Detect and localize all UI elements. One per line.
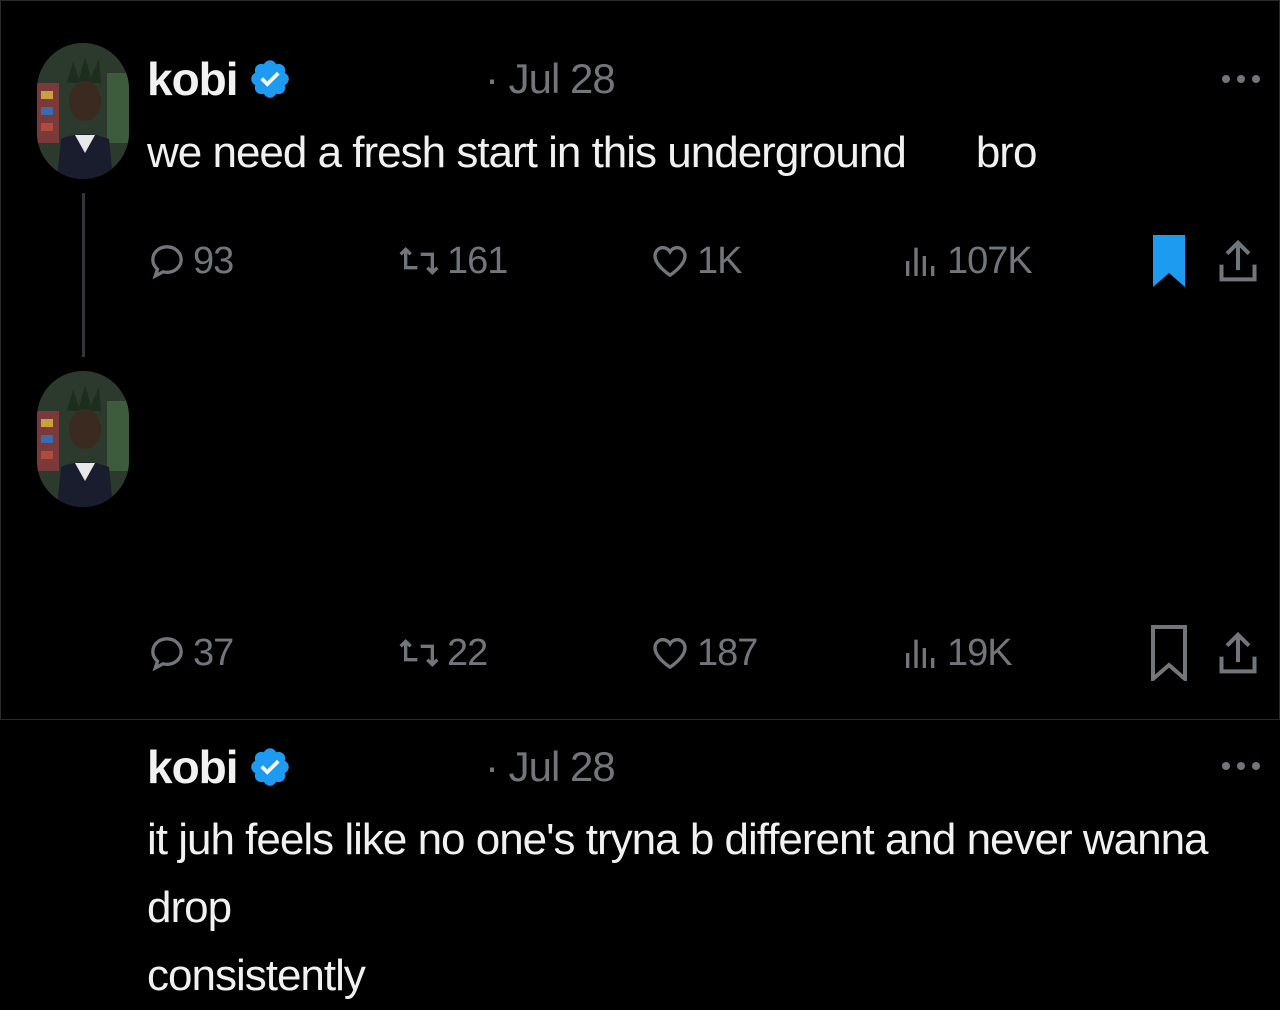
views-icon [906,247,935,276]
share-button[interactable] [1216,623,1266,683]
reply-icon [151,637,183,672]
share-icon [1219,631,1257,674]
tweet-text-part: bro [975,128,1038,177]
like-count: 187 [697,631,758,674]
more-icon[interactable] [1219,69,1263,89]
share-button[interactable] [1216,231,1266,291]
tweet-text: we need a fresh start in this undergroun… [147,119,1227,187]
retweet-icon [399,246,439,276]
views-button[interactable]: 107K [901,231,1033,291]
like-icon [653,637,687,670]
retweet-count: 22 [447,631,488,674]
verified-badge-icon [250,60,289,98]
screenshot-frame: kobi · Jul 28 we need a fresh start in t… [0,0,1280,1000]
action-bar: 37 22 187 19K [1,623,1280,683]
bookmark-button[interactable] [1149,231,1195,291]
author-row: kobi [147,51,292,107]
tweet-date[interactable]: · Jul 28 [485,51,616,107]
tweet-text-line: it juh feels like no one's tryna b diffe… [147,815,1209,932]
retweet-button[interactable]: 161 [397,231,508,291]
tweet-1[interactable]: kobi · Jul 28 we need a fresh start in t… [1,1,1280,361]
like-button[interactable]: 1K [649,231,742,291]
retweet-icon [399,638,439,668]
like-button[interactable]: 187 [649,623,758,683]
verified-badge-icon [250,748,289,786]
action-bar: 93 161 1K 107K [1,231,1280,291]
author-name[interactable]: kobi [147,51,239,107]
tweet-text-part: we need a fresh start in this undergroun… [147,128,907,177]
bookmark-icon [1153,235,1185,287]
reply-button[interactable]: 37 [147,623,234,683]
avatar[interactable] [37,371,129,507]
views-count: 19K [947,631,1013,674]
tweet-text: it juh feels like no one's tryna b diffe… [147,806,1227,1010]
reply-button[interactable]: 93 [147,231,234,291]
views-button[interactable]: 19K [901,623,1013,683]
retweet-button[interactable]: 22 [397,623,488,683]
tweet-text-line: consistently [147,951,366,1000]
more-icon[interactable] [1219,756,1263,776]
retweet-count: 161 [447,239,508,282]
reply-icon [151,245,183,280]
author-name[interactable]: kobi [147,739,239,795]
reply-count: 93 [193,239,234,282]
author-row: kobi [147,739,292,795]
reply-count: 37 [193,631,234,674]
bookmark-icon [1151,625,1187,681]
bookmark-button[interactable] [1149,623,1195,683]
share-icon [1219,239,1257,282]
like-icon [653,245,687,278]
views-icon [906,639,935,668]
tweet-date[interactable]: · Jul 28 [485,739,616,795]
like-count: 1K [697,239,742,282]
views-count: 107K [947,239,1033,282]
avatar[interactable] [37,43,129,179]
